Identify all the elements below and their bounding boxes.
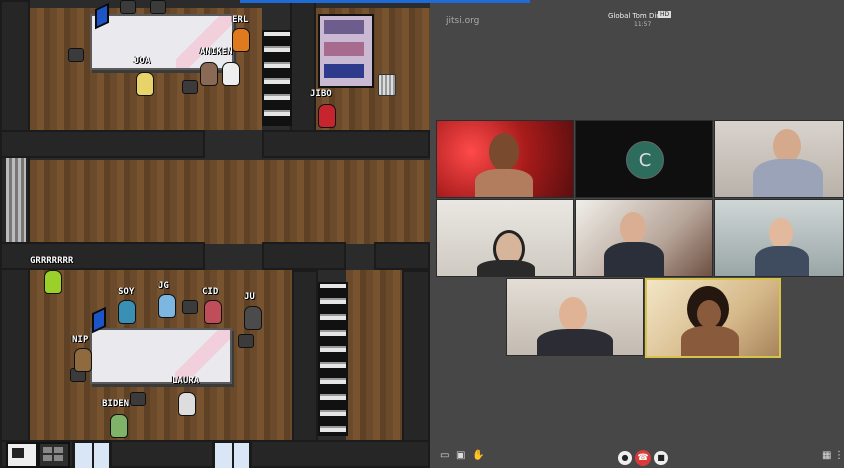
player-avatar[interactable] [222,62,240,86]
participant-tile[interactable] [436,120,574,198]
player-avatar[interactable] [318,104,336,128]
player-name: BIDEN [102,399,130,409]
participant-tile[interactable] [714,199,844,277]
player-name: SOY [118,287,135,297]
player-avatar[interactable] [118,300,136,324]
player-avatar[interactable] [244,306,262,330]
wall-right-edge [402,270,430,468]
wall-upper-horizontal [0,130,205,158]
jitsi-logo: jitsi.org [446,16,480,26]
chair [182,80,198,94]
raise-hand-icon[interactable]: ✋ [472,450,484,461]
game-map[interactable]: ERL JOA ANIKEN JIBO GRRRRRRR SOY JG CID … [0,0,430,468]
player-avatar[interactable] [44,270,62,294]
conference-header: jitsi.org Global Tom Dire HD 11:57 [430,0,844,30]
microphone-icon[interactable]: ● [618,451,632,465]
player-avatar[interactable] [74,348,92,372]
more-icon[interactable]: ⋮ [834,450,844,461]
chair [130,392,146,406]
participant-head [620,212,646,244]
chair [182,300,198,314]
conference-title: Global Tom Dire [608,12,664,20]
trash-bin [378,74,396,96]
player-name: JIBO [310,89,332,99]
player-avatar[interactable] [204,300,222,324]
player-name: JU [244,292,255,302]
participant-head [773,129,801,163]
participant-tile[interactable] [714,120,844,198]
participant-head [559,297,587,331]
participant-body [604,242,664,276]
player-name: CID [202,287,219,297]
quality-badge: HD [658,11,672,18]
wall-lower-vertical [292,270,318,468]
player-name: GRRRRRRR [30,256,74,266]
avatar: C [626,141,664,179]
chair [150,0,166,14]
participant-face [697,300,721,328]
top-blue-bar [240,0,530,3]
chair [120,0,136,14]
server-rack [318,282,348,436]
hangup-icon[interactable]: ☎ [635,450,651,466]
chat-icon[interactable]: ▭ [440,450,449,461]
chair [68,48,84,62]
participant-body [755,246,809,276]
wall-lower-horizontal-far [374,242,430,270]
player-name: LAURA [172,376,200,386]
participant-tile[interactable]: C [575,120,713,198]
participant-body [477,260,535,276]
bookcase [318,14,374,88]
participant-tile[interactable] [436,199,574,277]
layout-single-button[interactable] [6,442,38,468]
conference-toolbar: ▭ ▣ ✋ ● ☎ ■ ▦ ⋮ [430,446,844,468]
player-name: ANIKEN [200,47,233,57]
floor-bottom-right [346,270,402,440]
door[interactable] [212,440,252,468]
screen-share-icon[interactable]: ▣ [456,450,465,461]
wall-upper-horizontal-right [262,130,430,158]
participant-tile[interactable] [645,278,781,358]
meeting-table-bottom [90,328,232,384]
player-avatar[interactable] [110,414,128,438]
participant-body [475,169,533,197]
wall-lower-horizontal-right [262,242,346,270]
chair [238,334,254,348]
player-avatar[interactable] [178,392,196,416]
participant-head [769,218,793,248]
video-conference: jitsi.org Global Tom Dire HD 11:57 C ▭ ▣… [430,0,844,468]
participant-body [681,326,739,356]
avatar-initial: C [638,149,652,171]
participant-tile[interactable] [506,278,644,356]
floor-hallway [30,160,430,244]
player-name: ERL [232,15,249,25]
camera-icon[interactable]: ■ [654,451,668,465]
player-avatar[interactable] [200,62,218,86]
player-name: JOA [134,56,151,66]
layout-grid-button[interactable] [38,442,70,468]
door[interactable] [72,440,112,468]
tile-view-icon[interactable]: ▦ [822,450,831,461]
server-rack [262,30,292,126]
conference-timer: 11:57 [634,21,652,28]
player-name: NIP [72,335,89,345]
player-avatar[interactable] [136,72,154,96]
player-avatar[interactable] [158,294,176,318]
participant-body [537,329,613,355]
participant-body [753,159,823,197]
wall-stripes [6,158,26,242]
participant-tile[interactable] [575,199,713,277]
player-avatar[interactable] [232,28,250,52]
player-name: JG [158,281,169,291]
participant-head [489,133,519,171]
